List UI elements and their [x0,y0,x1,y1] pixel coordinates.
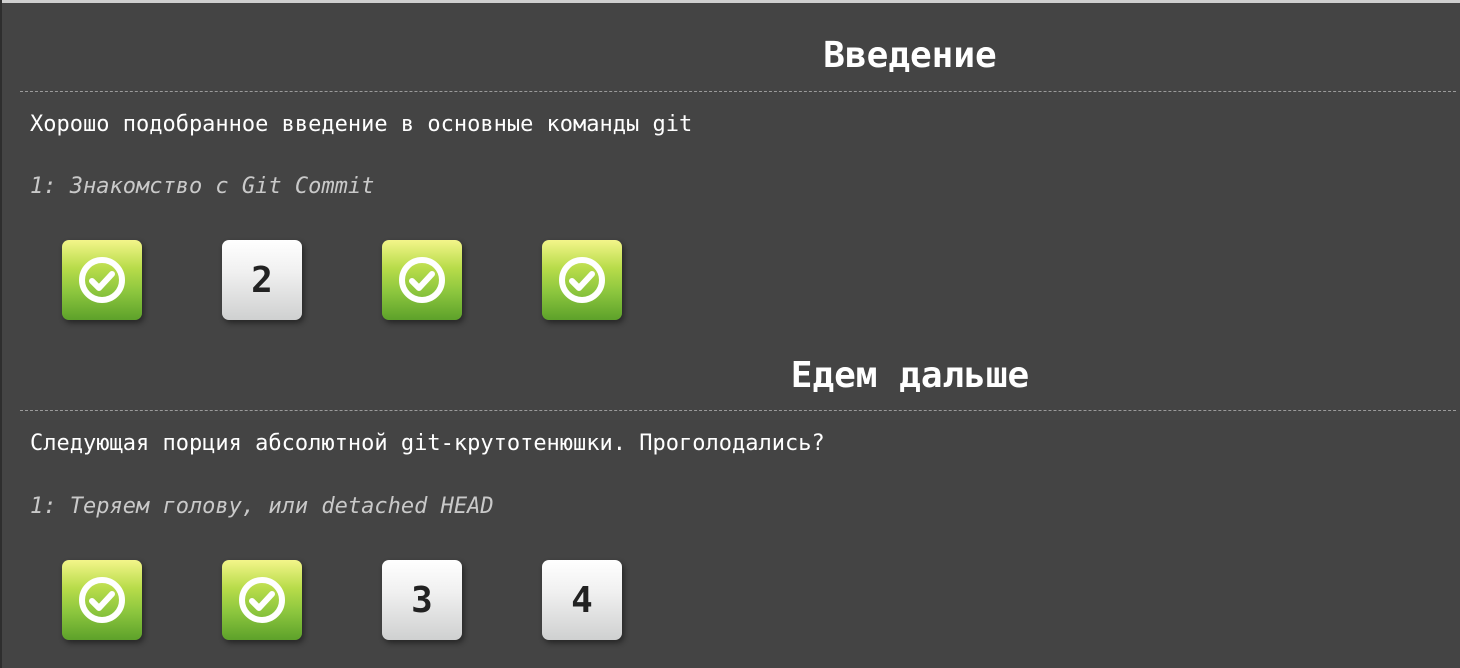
check-circle-icon [550,248,614,312]
window-left-border [0,0,2,668]
level-button-1[interactable] [62,240,142,320]
section-description: Следующая порция абсолютной git-крутотен… [30,431,825,456]
level-number: 3 [411,579,433,621]
check-circle-icon [70,568,134,632]
level-button-2[interactable]: 2 [222,240,302,320]
level-button-3[interactable] [382,240,462,320]
check-circle-icon [70,248,134,312]
section-divider [20,91,1456,92]
level-button-3[interactable]: 3 [382,560,462,640]
check-circle-icon [390,248,454,312]
level-button-4[interactable] [542,240,622,320]
section-title: Введение [823,35,997,76]
level-row: 2 [62,240,622,322]
level-number: 2 [251,259,273,301]
level-number: 4 [571,579,593,621]
level-button-1[interactable] [62,560,142,640]
section-description: Хорошо подобранное введение в основные к… [30,112,693,137]
level-button-2[interactable] [222,560,302,640]
section-title: Едем дальше [790,355,1030,396]
sequence-label: 1: Знакомство с Git Commit [30,174,375,199]
check-circle-icon [230,568,294,632]
window-top-border [0,0,1460,3]
level-row: 34 [62,560,622,642]
level-button-4[interactable]: 4 [542,560,622,640]
sequence-label: 1: Теряем голову, или detached HEAD [30,494,494,519]
section-divider [20,410,1456,411]
